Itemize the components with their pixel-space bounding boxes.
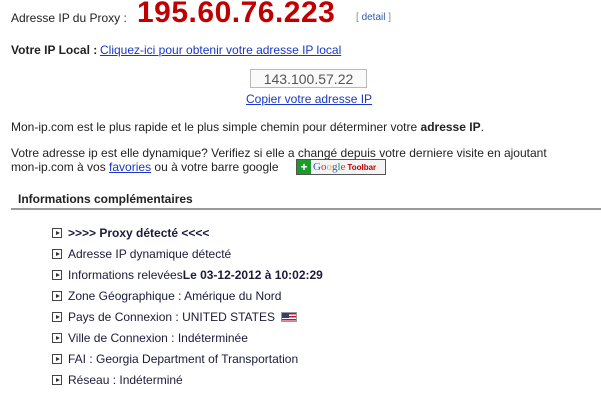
retrieved-datetime: Le 03-12-2012 à 10:02:29 — [182, 267, 323, 282]
list-item: Réseau : Indéterminé — [52, 369, 323, 390]
description-bold: adresse IP — [420, 120, 481, 134]
description-end: . — [480, 120, 484, 134]
arrow-bullet-icon — [52, 227, 62, 238]
local-ip-label: Votre IP Local : — [11, 43, 98, 57]
dynamic-ip-line1: Votre adresse ip est elle dynamique? Ver… — [11, 146, 547, 160]
arrow-bullet-icon — [52, 332, 62, 343]
local-ip-link[interactable]: Cliquez-ici pour obtenir votre adresse I… — [100, 43, 341, 57]
arrow-bullet-icon — [52, 290, 62, 301]
section-divider — [11, 208, 601, 210]
dynamic-line2-start: mon-ip.com à vos — [11, 160, 110, 174]
city-text: Ville de Connexion : Indéterminée — [68, 330, 248, 345]
arrow-bullet-icon — [52, 311, 62, 322]
list-item: Informations relevées Le 03-12-2012 à 10… — [52, 264, 323, 285]
dynamic-ip-line2: mon-ip.com à vos favories ou à votre bar… — [11, 160, 279, 174]
ip-address-field[interactable] — [250, 69, 367, 88]
proxy-detected-text: >>>> Proxy détecté <<<< — [68, 225, 210, 240]
country-text: Pays de Connexion : UNITED STATES — [68, 309, 275, 324]
us-flag-icon — [280, 311, 297, 322]
arrow-bullet-icon — [52, 353, 62, 364]
detail-link-wrapper: [ detail ] — [356, 12, 391, 23]
description-text: Mon-ip.com est le plus rapide et le plus… — [11, 120, 421, 134]
list-item: Adresse IP dynamique détecté — [52, 243, 323, 264]
retrieved-label: Informations relevées — [68, 267, 183, 282]
geo-zone-text: Zone Géographique : Amérique du Nord — [68, 288, 282, 303]
google-letter: G — [313, 161, 321, 173]
list-item: >>>> Proxy détecté <<<< — [52, 222, 323, 243]
info-list: >>>> Proxy détecté <<<< Adresse IP dynam… — [52, 222, 323, 390]
detail-bracket-open: [ — [356, 12, 359, 23]
copy-ip-link[interactable]: Copier votre adresse IP — [246, 92, 372, 106]
dynamic-ip-text: Adresse IP dynamique détecté — [68, 246, 232, 261]
section-title: Informations complémentaires — [18, 192, 193, 206]
arrow-bullet-icon — [52, 248, 62, 259]
isp-text: FAI : Georgia Department of Transportati… — [68, 351, 299, 366]
plus-icon: + — [297, 160, 311, 174]
dynamic-line2-end: ou à votre barre google — [151, 160, 279, 174]
list-item: Ville de Connexion : Indéterminée — [52, 327, 323, 348]
google-logo-text: Google — [313, 161, 345, 173]
site-description: Mon-ip.com est le plus rapide et le plus… — [11, 120, 484, 134]
arrow-bullet-icon — [52, 374, 62, 385]
proxy-ip-label: Adresse IP du Proxy : — [11, 11, 127, 25]
google-letter: e — [340, 161, 346, 173]
network-text: Réseau : Indéterminé — [68, 372, 183, 387]
proxy-ip-value: 195.60.76.223 — [137, 0, 336, 29]
favorites-link[interactable]: favories — [109, 160, 151, 174]
arrow-bullet-icon — [52, 269, 62, 280]
toolbar-label: Toolbar — [347, 162, 377, 172]
detail-link[interactable]: detail — [362, 12, 386, 23]
list-item: FAI : Georgia Department of Transportati… — [52, 348, 323, 369]
detail-bracket-close: ] — [388, 12, 392, 23]
list-item: Pays de Connexion : UNITED STATES — [52, 306, 323, 327]
google-toolbar-button[interactable]: + Google Toolbar — [296, 159, 386, 175]
list-item: Zone Géographique : Amérique du Nord — [52, 285, 323, 306]
